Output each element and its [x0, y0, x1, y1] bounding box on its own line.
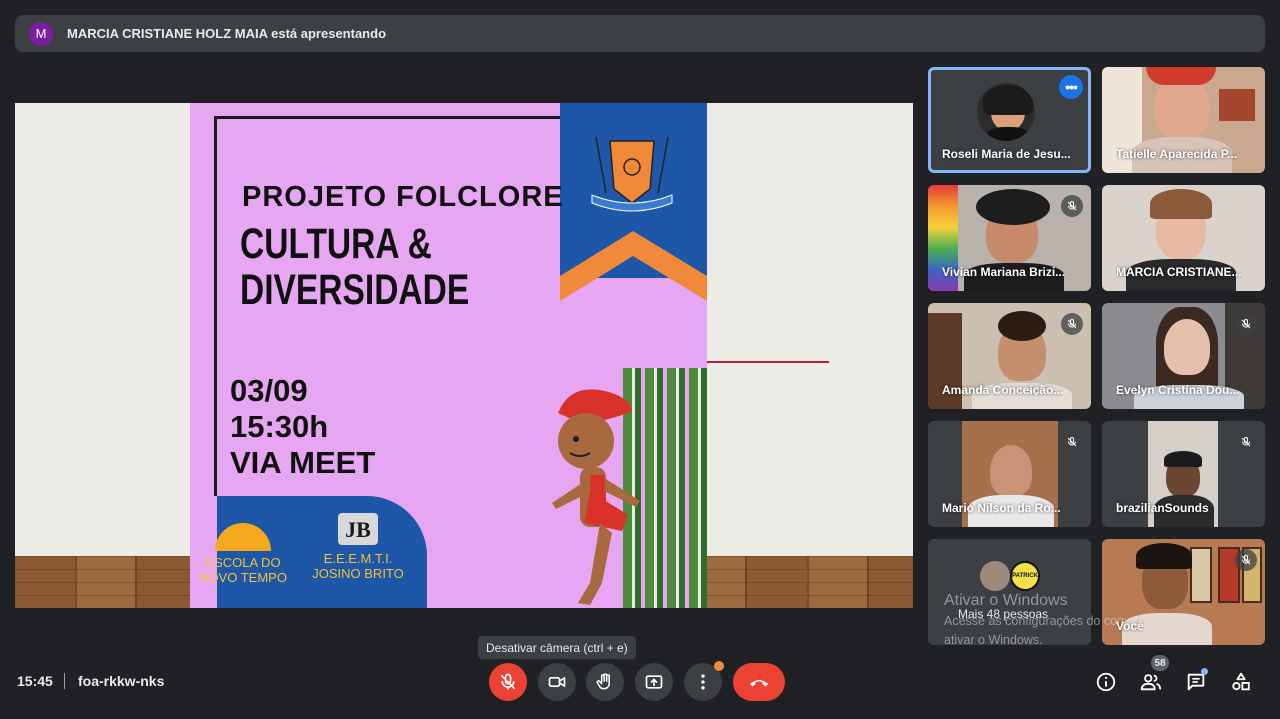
- participant-name: MARCIA CRISTIANE...: [1116, 265, 1242, 279]
- activities-icon: [1232, 672, 1250, 691]
- camera-tooltip: Desativar câmera (ctrl + e): [478, 636, 636, 659]
- poster-slide: PROJETO FOLCLORE CULTURA & DIVERSIDADE 0…: [190, 103, 707, 608]
- participant-tile-4[interactable]: MARCIA CRISTIANE...: [1102, 185, 1265, 291]
- watermark-line3: ativar o Windows.: [944, 633, 1043, 647]
- camera-toggle-button[interactable]: [538, 663, 576, 701]
- gremio-shield-logo: [591, 136, 673, 212]
- logo2-line2: JOSINO BRITO: [312, 566, 404, 581]
- hand-icon: [596, 673, 610, 690]
- participant-tile-7[interactable]: Mario Nilson da Ro...: [928, 421, 1091, 527]
- info-icon: [1096, 672, 1116, 692]
- orange-chevron: [560, 231, 707, 301]
- participant-name: Roseli Maria de Jesu...: [942, 147, 1071, 161]
- people-icon: [1140, 674, 1162, 691]
- participant-name: Mario Nilson da Ro...: [942, 501, 1061, 515]
- participant-name: Vivian Mariana Brizi...: [942, 265, 1066, 279]
- meet-window: M MARCIA CRISTIANE HOLZ MAIA está aprese…: [0, 0, 1280, 719]
- josino-brito-logo: JB E.E.E.M.T.I. JOSINO BRITO: [308, 513, 408, 581]
- people-count-badge: 58: [1151, 655, 1169, 671]
- participant-avatar: [975, 81, 1037, 143]
- hang-up-icon: [750, 680, 768, 687]
- more-options-icon[interactable]: •••: [1059, 75, 1083, 99]
- leave-call-button[interactable]: [733, 663, 785, 701]
- presenting-text: MARCIA CRISTIANE HOLZ MAIA está apresent…: [67, 26, 387, 41]
- poster-subtitle: CULTURA & DIVERSIDADE: [240, 221, 469, 313]
- mic-off-icon: [1235, 431, 1257, 453]
- presenting-banner: M MARCIA CRISTIANE HOLZ MAIA está aprese…: [15, 15, 1265, 52]
- meeting-details-button[interactable]: [1094, 670, 1118, 694]
- poster-subtitle-line2: DIVERSIDADE: [240, 266, 470, 314]
- chat-notification-dot: [1201, 668, 1208, 675]
- poster-event-info: 03/09 15:30h VIA MEET: [230, 373, 375, 481]
- logo1-line1: ESCOLA DO: [205, 555, 281, 570]
- poster-subtitle-line1: CULTURA &: [240, 220, 432, 268]
- participant-mini-avatar: [980, 561, 1010, 591]
- logo1-line2: NOVO TEMPO: [199, 570, 287, 585]
- people-button[interactable]: [1139, 670, 1163, 694]
- saci-character-illustration: [552, 389, 640, 605]
- shared-presentation: PROJETO FOLCLORE CULTURA & DIVERSIDADE 0…: [15, 103, 913, 608]
- mic-off-icon: [1235, 549, 1257, 571]
- present-screen-button[interactable]: [635, 663, 673, 701]
- participant-name: Amanda Conceição...: [942, 383, 1064, 397]
- patrick-mini-avatar: PATRICK: [1010, 561, 1040, 591]
- more-vert-icon: [701, 674, 705, 690]
- jb-mark: JB: [338, 513, 378, 545]
- windows-activation-watermark: Ativar o Windows Acesse as configurações…: [944, 592, 1198, 650]
- mic-off-icon: [1235, 313, 1257, 335]
- present-icon: [645, 675, 663, 689]
- participant-tile-3[interactable]: Vivian Mariana Brizi...: [928, 185, 1091, 291]
- mic-toggle-button[interactable]: [489, 663, 527, 701]
- escola-novo-tempo-logo: ESCOLA DO NOVO TEMPO: [198, 523, 288, 585]
- camera-icon: [548, 677, 566, 687]
- poster-date: 03/09: [230, 373, 308, 408]
- poster-time: 15:30h: [230, 409, 329, 444]
- mic-off-icon: [1061, 195, 1083, 217]
- watermark-title: Ativar o Windows: [944, 592, 1068, 609]
- participant-name: brazilianSounds: [1116, 501, 1209, 515]
- meeting-code[interactable]: foa-rkkw-nks: [78, 673, 164, 689]
- sun-logo-icon: [215, 523, 271, 551]
- participant-tile-1[interactable]: ••• Roseli Maria de Jesu...: [928, 67, 1091, 173]
- logo2-line1: E.E.E.M.T.I.: [323, 551, 393, 566]
- mic-off-icon: [1061, 313, 1083, 335]
- participant-tile-5[interactable]: Amanda Conceição...: [928, 303, 1091, 409]
- clock: 15:45: [17, 673, 53, 689]
- divider: [64, 673, 65, 689]
- presenter-avatar: M: [29, 21, 53, 46]
- frame-left: [214, 116, 217, 496]
- raise-hand-button[interactable]: [586, 663, 624, 701]
- poster-location: VIA MEET: [230, 445, 376, 480]
- watermark-line2: Acesse as configurações do computador pa…: [944, 614, 1199, 628]
- more-options-button[interactable]: [684, 661, 724, 701]
- participant-tile-2[interactable]: Tatielle Aparecida P...: [1102, 67, 1265, 173]
- mic-off-icon: [1061, 431, 1083, 453]
- participant-tile-6[interactable]: Evelyn Cristina Dou...: [1102, 303, 1265, 409]
- poster-title: PROJETO FOLCLORE: [242, 181, 564, 213]
- notification-dot: [714, 661, 724, 671]
- mic-off-icon: [500, 673, 516, 690]
- decorative-line: [707, 361, 829, 363]
- participant-name: Evelyn Cristina Dou...: [1116, 383, 1240, 397]
- participant-tile-8[interactable]: brazilianSounds: [1102, 421, 1265, 527]
- activities-button[interactable]: [1229, 670, 1253, 694]
- participant-name: Tatielle Aparecida P...: [1116, 147, 1238, 161]
